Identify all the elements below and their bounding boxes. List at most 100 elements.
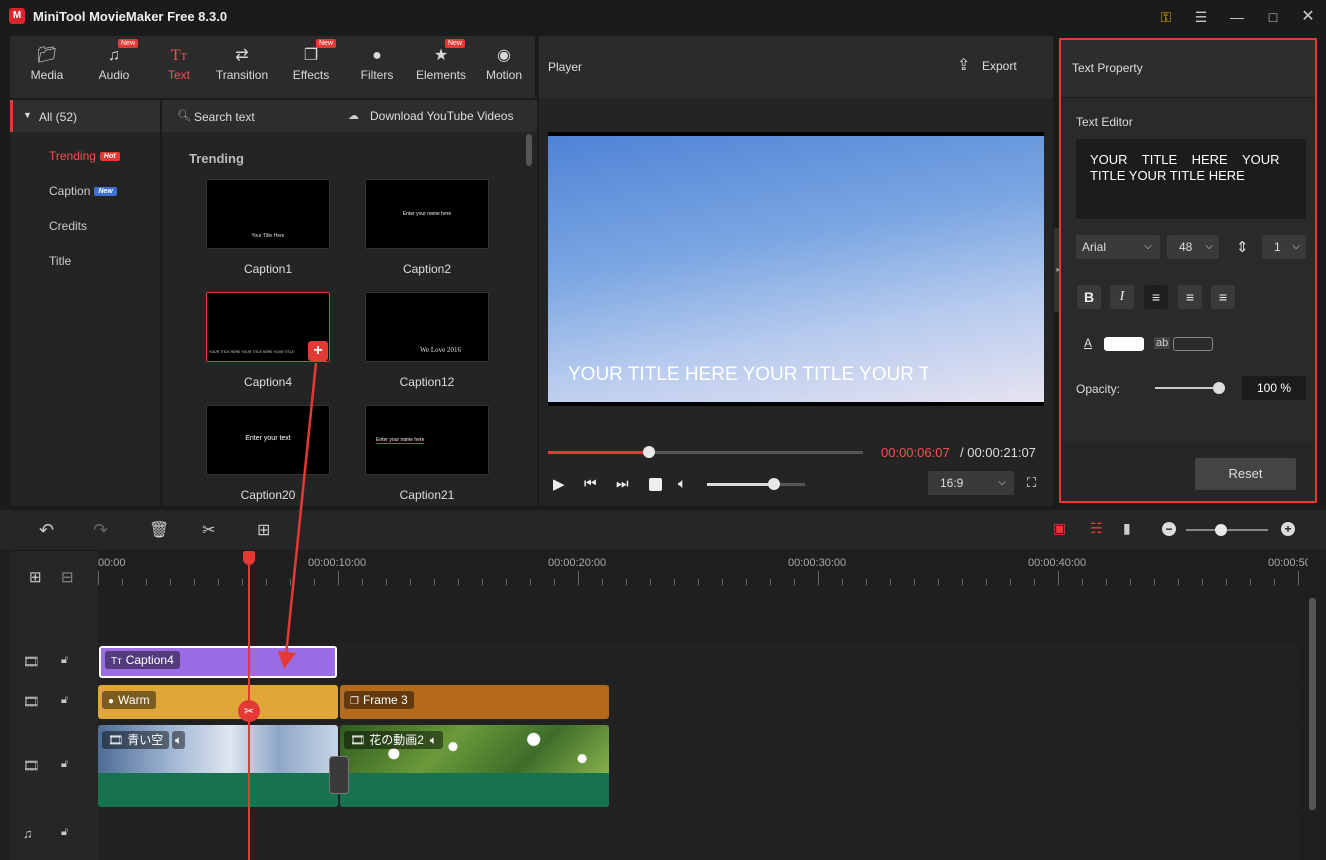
category-all[interactable]: ▼ All (52) [10,100,160,132]
reset-button[interactable]: Reset [1195,458,1296,490]
ruler-tick [1154,579,1155,585]
fit-timeline-icon[interactable]: ▮ [1123,520,1131,537]
text-icon: T​T [170,47,188,64]
search-input[interactable]: Search text [194,110,255,124]
ruler-tick [458,579,459,585]
menu-icon[interactable]: ☰ [1190,6,1212,28]
opacity-handle[interactable] [1213,382,1225,394]
redo-icon[interactable]: ↷ [93,520,108,541]
search-icon: 🔍︎ [177,110,191,122]
category-credits[interactable]: Credits [49,219,87,233]
progress-handle[interactable] [642,446,655,458]
audio-waveform [98,773,338,807]
ruler-tick [266,579,267,585]
tab-label: Transition [215,68,269,82]
caption1-thumbnail[interactable]: Your Title Here [206,179,330,249]
zoom-handle[interactable] [1215,524,1227,536]
volume-handle[interactable] [767,478,780,490]
caption4-thumbnail[interactable]: YOUR TITLE HERE YOUR TITLE HERE YOUR TIT… [206,292,330,362]
lock-icon[interactable]: 🔓︎ [61,694,68,707]
key-icon[interactable]: ⚿ [1155,6,1177,28]
caption12-thumbnail[interactable]: We Love 2016 [365,292,489,362]
tab-audio[interactable]: New ♫ Audio [81,36,147,98]
text-editor-label: Text Editor [1076,115,1133,129]
text-editor-input[interactable]: YOUR TITLE HERE YOUR TITLE YOUR TITLE HE… [1076,139,1306,219]
close-icon[interactable]: ✕ [1297,6,1319,28]
volume-slider[interactable] [707,478,805,490]
tab-text[interactable]: T​T Text [146,36,212,98]
filter-clip[interactable]: ● Warm [98,685,338,719]
align-right-icon[interactable]: ≡ [1211,285,1235,309]
tab-elements[interactable]: New ★ Elements [408,36,474,98]
tab-transition[interactable]: ⇄ Transition [209,36,275,98]
category-caption[interactable]: Caption New [49,184,117,198]
italic-icon[interactable]: I [1110,285,1134,309]
undo-icon[interactable]: ↶ [39,520,54,541]
ruler-tick [842,579,843,585]
remove-track-icon[interactable]: ⊟ [61,568,74,586]
zoom-in-icon[interactable]: + [1281,522,1295,536]
text-color-swatch[interactable] [1104,337,1144,351]
new-badge: New [316,39,337,48]
caption21-thumbnail[interactable]: Enter your name here [365,405,489,475]
gallery-scrollbar[interactable] [526,134,532,166]
category-label: Title [49,254,72,268]
tab-effects[interactable]: New ❐ Effects [278,36,344,98]
category-title[interactable]: Title [49,254,71,268]
zoom-out-icon[interactable]: − [1162,522,1176,536]
add-track-icon[interactable]: ⊞ [29,568,42,586]
tab-motion[interactable]: ◉ Motion [476,36,532,98]
video-clip-sky[interactable]: 🎞︎ 青い空 🔈︎ [98,725,338,807]
crop-icon[interactable]: ⊞ [257,520,270,540]
volume-icon[interactable]: 🔈︎ [678,475,686,492]
split-marker-icon[interactable]: ☵ [1090,520,1103,537]
align-left-icon[interactable]: ≡ [1144,285,1168,309]
lock-icon[interactable]: 🔓︎ [61,826,68,839]
download-youtube-button[interactable]: Download YouTube Videos [370,109,513,123]
ruler-tick [650,579,651,585]
font-value: Arial [1082,240,1107,254]
split-scissors-icon[interactable]: ✂ [238,700,260,722]
play-icon[interactable]: ▶ [553,475,565,493]
opacity-input[interactable]: 100 % [1242,376,1306,400]
speaker-icon[interactable]: 🔈︎ [172,731,186,749]
player-header: Player ⇪ Export [539,36,1053,98]
tab-media[interactable]: 📁︎ Media [14,36,80,98]
font-size-select[interactable]: 48 ⌵ [1167,235,1219,259]
speaker-icon[interactable]: 🔈︎ [430,733,437,747]
film-icon: 🎞︎ [350,733,366,747]
snap-icon[interactable]: ▣ [1053,520,1066,537]
fullscreen-icon[interactable]: ⛶ [1027,475,1036,491]
line-spacing-select[interactable]: 1 ⌵ [1262,235,1306,259]
music-note-icon: ♫ [108,47,120,64]
playhead-handle[interactable] [243,551,255,565]
zoom-slider[interactable] [1186,524,1268,536]
ruler-tick [1082,579,1083,585]
timeline-scrollbar[interactable] [1309,598,1316,810]
progress-track[interactable] [548,446,863,458]
next-frame-icon[interactable]: ⏭︎ [616,475,629,492]
background-color-swatch[interactable] [1173,337,1213,351]
caption2-thumbnail[interactable]: Enter your name here [365,179,489,249]
delete-icon[interactable]: 🗑︎ [149,520,169,540]
overlay-title-text[interactable]: YOUR TITLE HERE YOUR TITLE YOUR TI [568,364,928,386]
ruler-tick [338,571,339,585]
frame-clip[interactable]: ❐ Frame 3 [340,685,609,719]
font-select[interactable]: Arial ⌵ [1076,235,1160,259]
opacity-slider[interactable] [1155,382,1225,394]
stop-icon[interactable] [649,478,662,491]
video-clip-flowers[interactable]: 🎞︎ 花の動画2 🔈︎ [340,725,609,807]
previous-frame-icon[interactable]: ⏮︎ [584,475,597,492]
maximize-icon[interactable]: □ [1262,6,1284,28]
tab-filters[interactable]: ●​ Filters [344,36,410,98]
transition-marker[interactable] [329,756,349,794]
aspect-ratio-select[interactable]: 16:9 ⌵ [928,471,1014,495]
export-button[interactable]: Export [982,59,1017,73]
bold-icon[interactable]: B [1077,285,1101,309]
split-scissors-icon[interactable]: ✂ [202,520,215,540]
lock-icon[interactable]: 🔓︎ [61,758,68,771]
category-trending[interactable]: Trending Hot [49,149,120,163]
align-center-icon[interactable]: ≡ [1178,285,1202,309]
lock-icon[interactable]: 🔓︎ [61,654,68,667]
minimize-icon[interactable]: — [1226,6,1248,28]
